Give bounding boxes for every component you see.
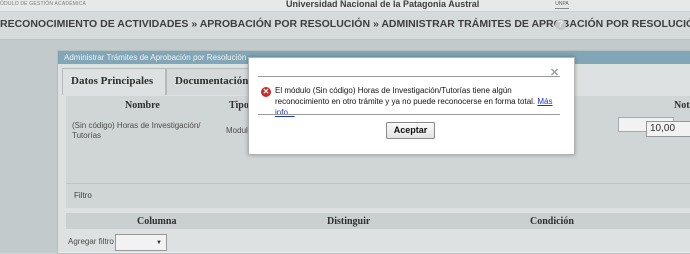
dialog-divider-bottom: [258, 114, 560, 115]
dialog-divider: [258, 76, 560, 77]
accept-button[interactable]: Aceptar: [386, 122, 435, 139]
close-icon[interactable]: ✕: [549, 68, 560, 79]
dialog-message-text: El módulo (Sin código) Horas de Investig…: [275, 86, 536, 106]
error-dialog: ✕ ✕ El módulo (Sin código) Horas de Inve…: [248, 57, 575, 155]
error-icon: ✕: [261, 87, 271, 97]
